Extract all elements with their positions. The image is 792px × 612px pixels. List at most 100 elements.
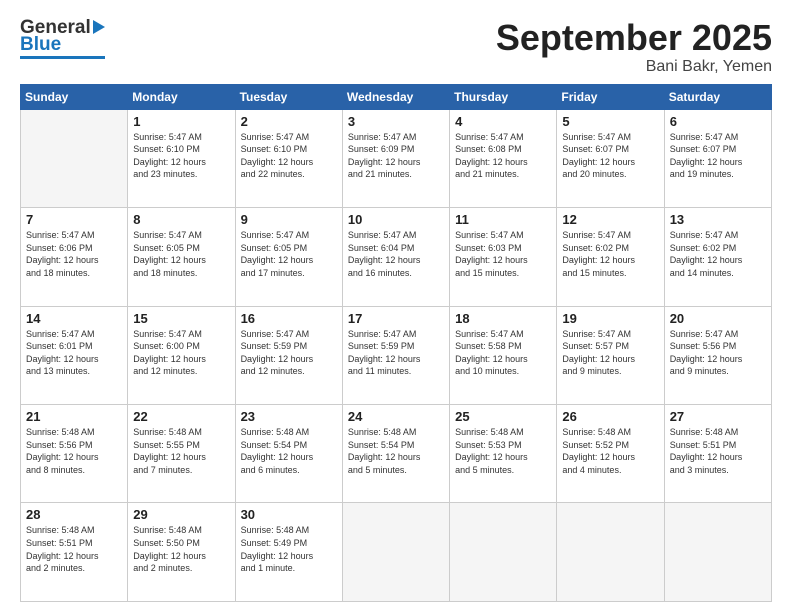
day-number: 26 xyxy=(562,409,658,424)
calendar-week-row: 1 Sunrise: 5:47 AM Sunset: 6:10 PM Daylig… xyxy=(21,109,772,207)
day-info: Sunrise: 5:47 AM Sunset: 6:02 PM Dayligh… xyxy=(562,229,658,279)
logo-arrow-icon xyxy=(93,20,105,34)
table-row: 11 Sunrise: 5:47 AM Sunset: 6:03 PM Dayli… xyxy=(450,208,557,306)
day-info: Sunrise: 5:47 AM Sunset: 5:56 PM Dayligh… xyxy=(670,328,766,378)
day-number: 5 xyxy=(562,114,658,129)
day-number: 23 xyxy=(241,409,337,424)
day-number: 4 xyxy=(455,114,551,129)
day-number: 27 xyxy=(670,409,766,424)
calendar-week-row: 14 Sunrise: 5:47 AM Sunset: 6:01 PM Dayli… xyxy=(21,306,772,404)
table-row: 15Sunrise: 5:47 AM Sunset: 6:00 PM Dayli… xyxy=(128,306,235,404)
day-info: Sunrise: 5:47 AM Sunset: 6:07 PM Dayligh… xyxy=(670,131,766,181)
table-row xyxy=(664,503,771,602)
table-row: 13 Sunrise: 5:47 AM Sunset: 6:02 PM Dayli… xyxy=(664,208,771,306)
table-row: 19Sunrise: 5:47 AM Sunset: 5:57 PM Dayli… xyxy=(557,306,664,404)
day-number: 24 xyxy=(348,409,444,424)
day-info: Sunrise: 5:47 AM Sunset: 6:08 PM Dayligh… xyxy=(455,131,551,181)
col-sunday: Sunday xyxy=(21,84,128,109)
day-info: Sunrise: 5:47 AM Sunset: 6:01 PM Dayligh… xyxy=(26,328,122,378)
day-info: Sunrise: 5:47 AM Sunset: 6:05 PM Dayligh… xyxy=(133,229,229,279)
day-info: Sunrise: 5:47 AM Sunset: 6:03 PM Dayligh… xyxy=(455,229,551,279)
day-info: Sunrise: 5:48 AM Sunset: 5:51 PM Dayligh… xyxy=(670,426,766,476)
day-info: Sunrise: 5:48 AM Sunset: 5:56 PM Dayligh… xyxy=(26,426,122,476)
table-row: 28Sunrise: 5:48 AM Sunset: 5:51 PM Dayli… xyxy=(21,503,128,602)
table-row xyxy=(21,109,128,207)
table-row: 9 Sunrise: 5:47 AM Sunset: 6:05 PM Daylig… xyxy=(235,208,342,306)
table-row xyxy=(557,503,664,602)
table-row: 5 Sunrise: 5:47 AM Sunset: 6:07 PM Daylig… xyxy=(557,109,664,207)
calendar-header-row: Sunday Monday Tuesday Wednesday Thursday… xyxy=(21,84,772,109)
col-monday: Monday xyxy=(128,84,235,109)
day-number: 14 xyxy=(26,311,122,326)
table-row: 8Sunrise: 5:47 AM Sunset: 6:05 PM Daylig… xyxy=(128,208,235,306)
day-info: Sunrise: 5:48 AM Sunset: 5:52 PM Dayligh… xyxy=(562,426,658,476)
day-info: Sunrise: 5:47 AM Sunset: 5:58 PM Dayligh… xyxy=(455,328,551,378)
day-info: Sunrise: 5:47 AM Sunset: 6:02 PM Dayligh… xyxy=(670,229,766,279)
day-number: 29 xyxy=(133,507,229,522)
day-number: 11 xyxy=(455,212,551,227)
day-number: 21 xyxy=(26,409,122,424)
page: General Blue September 2025 Bani Bakr, Y… xyxy=(0,0,792,612)
day-number: 9 xyxy=(241,212,337,227)
day-info: Sunrise: 5:47 AM Sunset: 6:05 PM Dayligh… xyxy=(241,229,337,279)
table-row: 3 Sunrise: 5:47 AM Sunset: 6:09 PM Daylig… xyxy=(342,109,449,207)
table-row: 4 Sunrise: 5:47 AM Sunset: 6:08 PM Daylig… xyxy=(450,109,557,207)
table-row: 2Sunrise: 5:47 AM Sunset: 6:10 PM Daylig… xyxy=(235,109,342,207)
col-saturday: Saturday xyxy=(664,84,771,109)
day-number: 2 xyxy=(241,114,337,129)
col-tuesday: Tuesday xyxy=(235,84,342,109)
day-info: Sunrise: 5:48 AM Sunset: 5:49 PM Dayligh… xyxy=(241,524,337,574)
day-info: Sunrise: 5:48 AM Sunset: 5:54 PM Dayligh… xyxy=(348,426,444,476)
day-number: 13 xyxy=(670,212,766,227)
day-number: 15 xyxy=(133,311,229,326)
table-row xyxy=(342,503,449,602)
day-info: Sunrise: 5:48 AM Sunset: 5:51 PM Dayligh… xyxy=(26,524,122,574)
table-row: 17Sunrise: 5:47 AM Sunset: 5:59 PM Dayli… xyxy=(342,306,449,404)
table-row: 22 Sunrise: 5:48 AM Sunset: 5:55 PM Dayli… xyxy=(128,405,235,503)
table-row: 16Sunrise: 5:47 AM Sunset: 5:59 PM Dayli… xyxy=(235,306,342,404)
day-info: Sunrise: 5:47 AM Sunset: 6:06 PM Dayligh… xyxy=(26,229,122,279)
day-number: 18 xyxy=(455,311,551,326)
table-row: 7 Sunrise: 5:47 AM Sunset: 6:06 PM Daylig… xyxy=(21,208,128,306)
day-number: 1 xyxy=(133,114,229,129)
day-number: 16 xyxy=(241,311,337,326)
day-number: 7 xyxy=(26,212,122,227)
day-number: 3 xyxy=(348,114,444,129)
table-row: 18 Sunrise: 5:47 AM Sunset: 5:58 PM Dayli… xyxy=(450,306,557,404)
day-number: 19 xyxy=(562,311,658,326)
day-info: Sunrise: 5:48 AM Sunset: 5:55 PM Dayligh… xyxy=(133,426,229,476)
day-info: Sunrise: 5:47 AM Sunset: 6:09 PM Dayligh… xyxy=(348,131,444,181)
table-row: 6 Sunrise: 5:47 AM Sunset: 6:07 PM Daylig… xyxy=(664,109,771,207)
table-row xyxy=(450,503,557,602)
day-number: 25 xyxy=(455,409,551,424)
calendar-week-row: 21 Sunrise: 5:48 AM Sunset: 5:56 PM Dayli… xyxy=(21,405,772,503)
col-wednesday: Wednesday xyxy=(342,84,449,109)
table-row: 1 Sunrise: 5:47 AM Sunset: 6:10 PM Daylig… xyxy=(128,109,235,207)
day-number: 22 xyxy=(133,409,229,424)
table-row: 14 Sunrise: 5:47 AM Sunset: 6:01 PM Dayli… xyxy=(21,306,128,404)
day-number: 30 xyxy=(241,507,337,522)
day-number: 6 xyxy=(670,114,766,129)
logo-underline xyxy=(20,56,105,59)
table-row: 24 Sunrise: 5:48 AM Sunset: 5:54 PM Dayli… xyxy=(342,405,449,503)
logo: General Blue xyxy=(20,18,105,59)
table-row: 26 Sunrise: 5:48 AM Sunset: 5:52 PM Dayli… xyxy=(557,405,664,503)
day-number: 17 xyxy=(348,311,444,326)
calendar-title: September 2025 xyxy=(496,18,772,58)
day-info: Sunrise: 5:48 AM Sunset: 5:54 PM Dayligh… xyxy=(241,426,337,476)
day-number: 12 xyxy=(562,212,658,227)
day-info: Sunrise: 5:47 AM Sunset: 6:10 PM Dayligh… xyxy=(133,131,229,181)
table-row: 21 Sunrise: 5:48 AM Sunset: 5:56 PM Dayli… xyxy=(21,405,128,503)
table-row: 29Sunrise: 5:48 AM Sunset: 5:50 PM Dayli… xyxy=(128,503,235,602)
day-info: Sunrise: 5:47 AM Sunset: 6:07 PM Dayligh… xyxy=(562,131,658,181)
table-row: 20Sunrise: 5:47 AM Sunset: 5:56 PM Dayli… xyxy=(664,306,771,404)
col-thursday: Thursday xyxy=(450,84,557,109)
table-row: 23 Sunrise: 5:48 AM Sunset: 5:54 PM Dayli… xyxy=(235,405,342,503)
table-row: 25Sunrise: 5:48 AM Sunset: 5:53 PM Dayli… xyxy=(450,405,557,503)
logo-blue: Blue xyxy=(20,35,61,54)
day-info: Sunrise: 5:47 AM Sunset: 6:04 PM Dayligh… xyxy=(348,229,444,279)
col-friday: Friday xyxy=(557,84,664,109)
table-row: 10Sunrise: 5:47 AM Sunset: 6:04 PM Dayli… xyxy=(342,208,449,306)
table-row: 27 Sunrise: 5:48 AM Sunset: 5:51 PM Dayli… xyxy=(664,405,771,503)
calendar-table: Sunday Monday Tuesday Wednesday Thursday… xyxy=(20,84,772,602)
